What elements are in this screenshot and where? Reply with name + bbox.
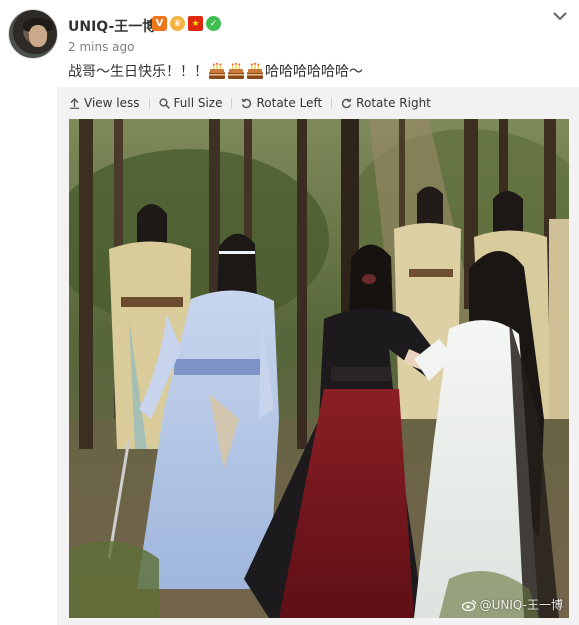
photo-scene <box>69 119 569 618</box>
rotate-left-button[interactable]: Rotate Left <box>241 96 322 110</box>
view-less-button[interactable]: View less <box>69 96 140 110</box>
arrow-up-icon <box>70 97 79 109</box>
weibo-post: UNIQ-王一博 V ♛ ★ ✓ 2 mins ago 战哥～生日快乐！！！ 哈… <box>0 0 579 625</box>
weibo-logo-icon <box>461 599 476 611</box>
toolbar-divider <box>148 97 150 109</box>
rotate-right-button[interactable]: Rotate Right <box>341 96 431 110</box>
post-text-suffix: 哈哈哈哈哈哈～ <box>265 64 363 80</box>
vip-check-icon[interactable]: ✓ <box>206 16 221 31</box>
post-text: 战哥～生日快乐！！！ 哈哈哈哈哈哈～ <box>68 61 363 81</box>
rotate-right-label: Rotate Right <box>356 96 431 110</box>
full-size-button[interactable]: Full Size <box>158 96 223 110</box>
username-link[interactable]: UNIQ-王一博 <box>68 16 156 36</box>
toolbar-divider <box>231 97 233 109</box>
user-badges: V ♛ ★ ✓ <box>152 16 221 31</box>
china-flag-icon: ★ <box>188 16 203 31</box>
media-toolbar: View less Full Size Rotate Left Rotate R… <box>69 95 431 111</box>
full-size-label: Full Size <box>173 96 223 110</box>
post-text-main: 战哥～生日快乐！！！ <box>68 64 208 80</box>
photo-watermark: @UNIQ-王一博 <box>461 596 563 613</box>
rotate-left-label: Rotate Left <box>256 96 323 110</box>
chevron-down-icon[interactable] <box>552 10 568 22</box>
view-less-label: View less <box>84 96 140 110</box>
crown-icon[interactable]: ♛ <box>170 16 185 31</box>
cake-emoji-group <box>208 62 265 80</box>
avatar-face <box>29 25 47 47</box>
toolbar-divider <box>331 97 333 109</box>
rotate-right-icon <box>342 98 352 108</box>
cake-icon <box>228 62 244 79</box>
post-photo[interactable]: @UNIQ-王一博 <box>69 119 569 618</box>
cake-icon <box>247 62 263 79</box>
user-avatar[interactable] <box>8 9 58 59</box>
post-timestamp[interactable]: 2 mins ago <box>68 40 134 54</box>
cake-icon <box>209 62 225 79</box>
magnifier-icon <box>158 97 170 109</box>
watermark-text: @UNIQ-王一博 <box>479 598 563 612</box>
rotate-left-icon <box>242 98 252 108</box>
verified-v-icon[interactable]: V <box>152 16 167 31</box>
